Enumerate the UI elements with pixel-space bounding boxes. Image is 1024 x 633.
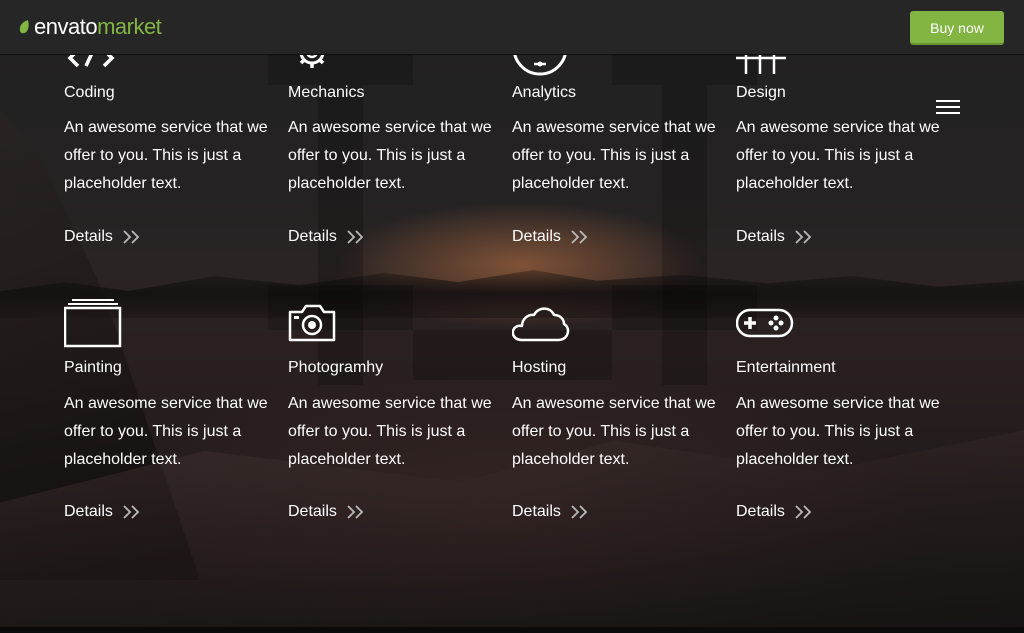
menu-line <box>936 100 960 102</box>
details-link[interactable]: Details <box>512 503 589 521</box>
envato-market-logo[interactable]: envato market <box>18 14 162 40</box>
service-title: Coding <box>64 84 115 101</box>
canvas-icon <box>64 299 122 348</box>
details-label: Details <box>288 228 337 245</box>
cloud-icon <box>512 307 570 342</box>
double-chevron-right-icon <box>123 230 140 244</box>
double-chevron-right-icon <box>571 230 588 244</box>
gamepad-icon <box>736 308 794 338</box>
details-label: Details <box>736 228 785 245</box>
service-description: An awesome service that we offer to you.… <box>288 119 492 192</box>
double-chevron-right-icon <box>347 505 364 519</box>
details-label: Details <box>736 503 785 520</box>
double-chevron-right-icon <box>571 505 588 519</box>
logo-accent-text: market <box>97 14 162 39</box>
details-link[interactable]: Details <box>288 228 365 246</box>
details-link[interactable]: Details <box>512 228 589 246</box>
service-description: An awesome service that we offer to you.… <box>512 119 716 192</box>
service-description: An awesome service that we offer to you.… <box>64 119 268 192</box>
details-label: Details <box>512 228 561 245</box>
details-label: Details <box>288 503 337 520</box>
hamburger-icon[interactable] <box>936 100 960 116</box>
service-title: Analytics <box>512 84 577 101</box>
double-chevron-right-icon <box>795 505 812 519</box>
details-label: Details <box>64 503 113 520</box>
service-description: An awesome service that we offer to you.… <box>64 395 268 468</box>
menu-line <box>936 106 960 108</box>
details-link[interactable]: Details <box>736 503 813 521</box>
service-title: Entertainment <box>736 359 836 376</box>
details-link[interactable]: Details <box>64 503 141 521</box>
camera-icon <box>288 304 336 342</box>
double-chevron-right-icon <box>347 230 364 244</box>
top-bar: envato market Buy now <box>0 0 1024 55</box>
service-title: Hosting <box>512 359 567 376</box>
details-link[interactable]: Details <box>736 228 813 246</box>
details-label: Details <box>64 228 113 245</box>
logo-text: envato <box>34 14 98 39</box>
bottom-bar <box>0 627 1024 633</box>
buy-now-button[interactable]: Buy now <box>910 11 1004 43</box>
service-title: Painting <box>64 359 122 376</box>
menu-line <box>936 112 960 114</box>
leaf-icon <box>19 20 29 34</box>
service-title: Photogramhy <box>288 359 384 376</box>
details-label: Details <box>512 503 561 520</box>
services-grid: Coding An awesome service that we offer … <box>0 0 1024 627</box>
details-link[interactable]: Details <box>64 228 141 246</box>
service-description: An awesome service that we offer to you.… <box>736 119 940 192</box>
service-title: Mechanics <box>288 84 365 101</box>
service-description: An awesome service that we offer to you.… <box>288 395 492 468</box>
service-description: An awesome service that we offer to you.… <box>512 395 716 468</box>
double-chevron-right-icon <box>123 505 140 519</box>
service-description: An awesome service that we offer to you.… <box>736 395 940 468</box>
details-link[interactable]: Details <box>288 503 365 521</box>
double-chevron-right-icon <box>795 230 812 244</box>
service-title: Design <box>736 84 786 101</box>
